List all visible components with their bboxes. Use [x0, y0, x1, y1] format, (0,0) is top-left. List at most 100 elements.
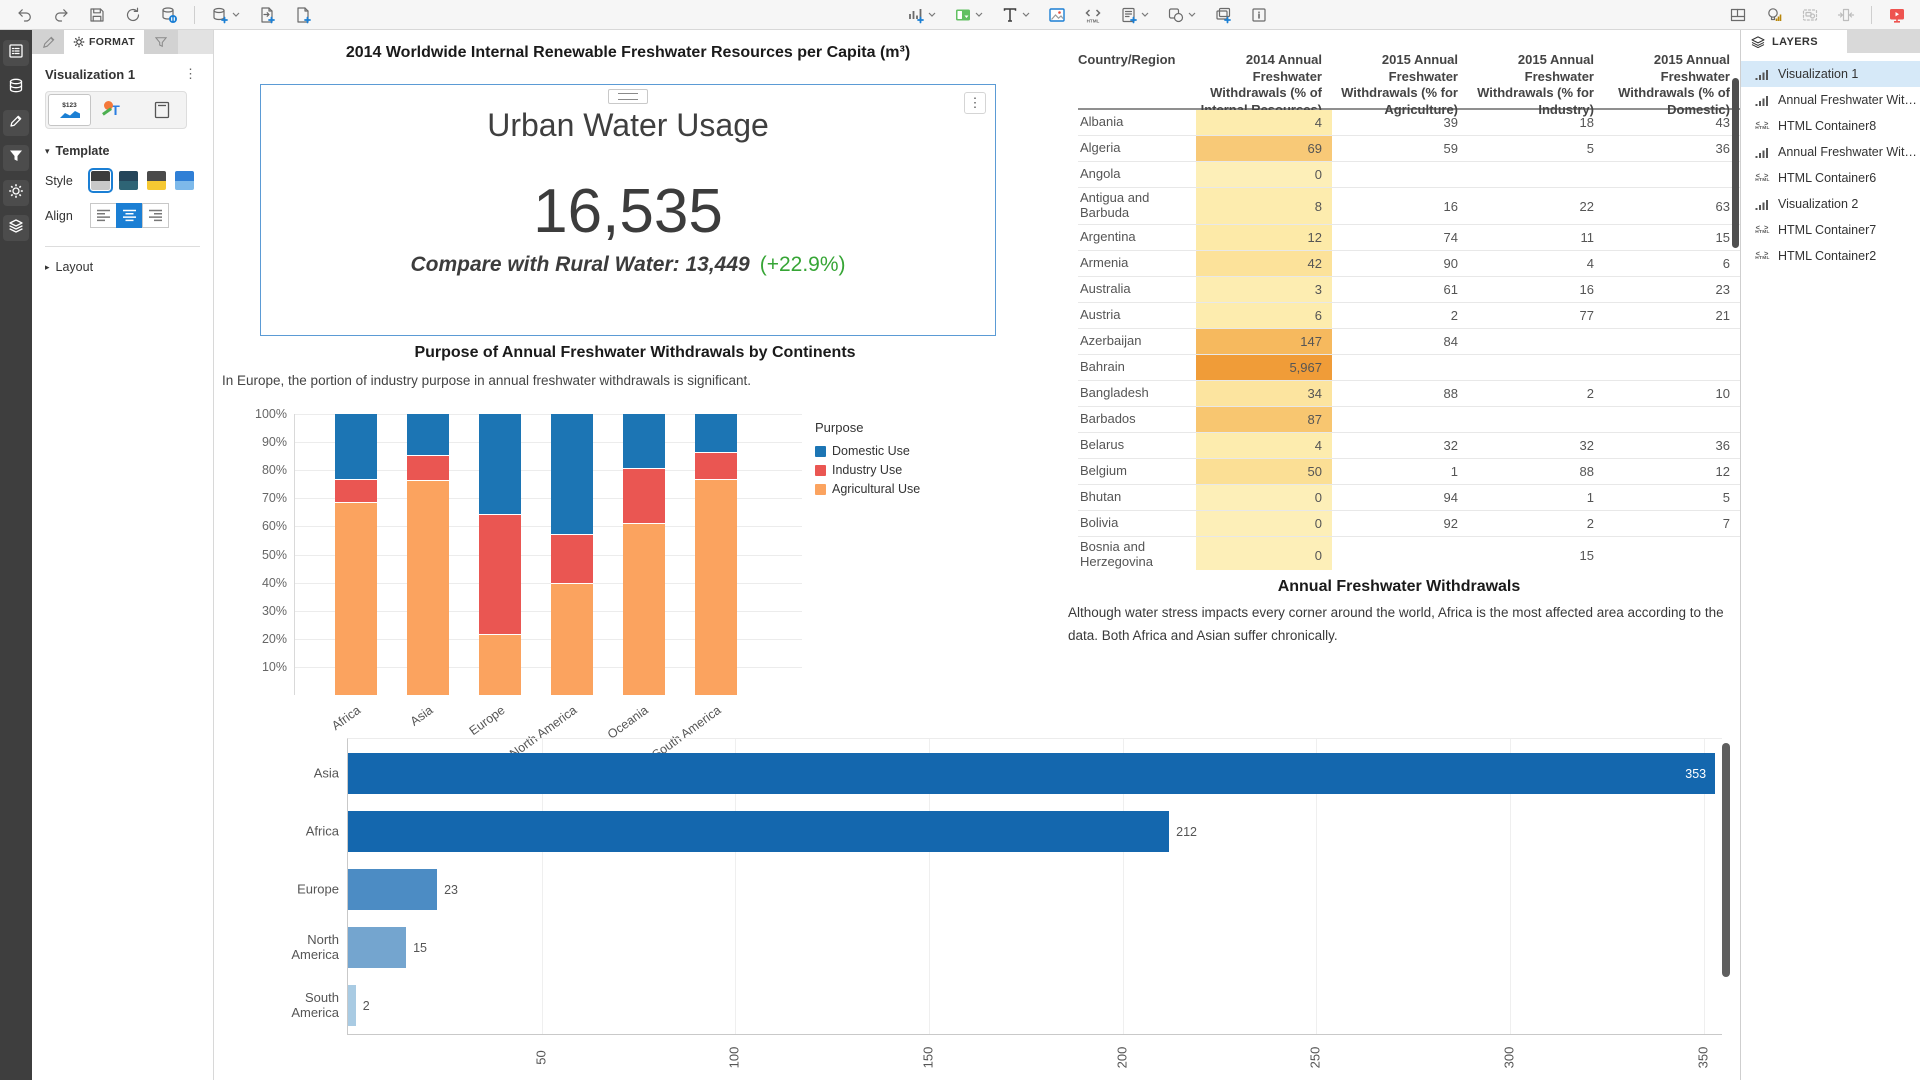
stacked-bar-chart-widget[interactable]: Purpose of Annual Freshwater Withdrawals…	[222, 344, 1048, 774]
tile-style-button[interactable]	[140, 94, 183, 126]
add-page-button[interactable]	[292, 3, 314, 27]
data-table-widget[interactable]: Country/Region2014 Annual Freshwater Wit…	[1078, 47, 1740, 570]
text-style-button[interactable]: T	[94, 94, 137, 126]
hbar-bar-north-america[interactable]	[348, 927, 406, 968]
present-button[interactable]	[1886, 3, 1908, 27]
save-button[interactable]	[86, 3, 108, 27]
table-row[interactable]: Austria627721	[1078, 303, 1740, 329]
style-swatch-1[interactable]	[91, 171, 110, 190]
legend-item[interactable]: Agricultural Use	[815, 482, 920, 496]
rail-settings-button[interactable]	[3, 180, 29, 206]
drag-handle[interactable]	[608, 89, 648, 104]
table-row[interactable]: Argentina12741115	[1078, 225, 1740, 251]
add-data-button[interactable]	[209, 3, 242, 27]
import-page-button[interactable]	[256, 3, 278, 27]
bar-segment-industry-use[interactable]	[695, 453, 737, 480]
kpi-tile[interactable]: ⋮ Urban Water Usage 16,535 Compare with …	[260, 84, 996, 336]
table-row[interactable]: Bhutan09415	[1078, 485, 1740, 511]
legend-item[interactable]: Industry Use	[815, 463, 920, 477]
legend-item[interactable]: Domestic Use	[815, 444, 920, 458]
table-row[interactable]: Australia3611623	[1078, 277, 1740, 303]
layers-item-html-container6[interactable]: < >HTMLHTML Container6	[1741, 165, 1920, 191]
align-right-button[interactable]	[142, 203, 169, 228]
rail-edit-button[interactable]	[3, 110, 29, 136]
insights-button[interactable]	[1763, 3, 1785, 27]
hbar-bar-europe[interactable]	[348, 869, 437, 910]
table-row[interactable]: Bolivia09227	[1078, 511, 1740, 537]
add-image-button[interactable]	[1046, 3, 1068, 27]
bar-segment-industry-use[interactable]	[623, 469, 665, 524]
table-column-header[interactable]: 2015 Annual Freshwater Withdrawals (% fo…	[1332, 52, 1468, 119]
rail-layers-button[interactable]	[3, 215, 29, 241]
bar-segment-agricultural-use[interactable]	[623, 524, 665, 695]
redo-button[interactable]	[50, 3, 72, 27]
add-shape-button[interactable]	[1165, 3, 1198, 27]
bar-segment-industry-use[interactable]	[551, 535, 593, 584]
styling-tab[interactable]	[32, 30, 64, 54]
story-canvas[interactable]: 2014 Worldwide Internal Renewable Freshw…	[215, 30, 1740, 1080]
table-row[interactable]: Belgium5018812	[1078, 459, 1740, 485]
table-column-header[interactable]: 2014 Annual Freshwater Withdrawals (% of…	[1196, 52, 1332, 119]
layers-item-html-container2[interactable]: < >HTMLHTML Container2	[1741, 243, 1920, 269]
layout-section-header[interactable]: ▸ Layout	[45, 260, 200, 274]
template-section-header[interactable]: ▾ Template	[45, 144, 200, 158]
add-form-button[interactable]	[1118, 3, 1151, 27]
layers-item-annual-freshwater-wit[interactable]: Annual Freshwater Wit…	[1741, 87, 1920, 113]
table-row[interactable]: Algeria6959536	[1078, 136, 1740, 162]
rail-data-button[interactable]	[3, 75, 29, 101]
align-left-button[interactable]	[90, 203, 117, 228]
numeric-point-style-button[interactable]: $123	[48, 94, 91, 126]
info-panel-button[interactable]	[1248, 3, 1270, 27]
bar-segment-domestic-use[interactable]	[335, 414, 377, 480]
add-composite-button[interactable]	[1212, 3, 1234, 27]
style-swatch-3[interactable]	[147, 171, 166, 190]
filter-tab[interactable]	[144, 30, 178, 54]
table-row[interactable]: Antigua and Barbuda8162263	[1078, 188, 1740, 225]
table-column-header[interactable]: 2015 Annual Freshwater Withdrawals (% fo…	[1468, 52, 1604, 119]
bar-segment-domestic-use[interactable]	[407, 414, 449, 456]
style-swatch-4[interactable]	[175, 171, 194, 190]
table-column-header[interactable]: Country/Region	[1078, 52, 1196, 69]
bar-segment-domestic-use[interactable]	[695, 414, 737, 453]
style-swatch-2[interactable]	[119, 171, 138, 190]
bar-segment-industry-use[interactable]	[479, 515, 521, 634]
table-row[interactable]: Angola0	[1078, 162, 1740, 188]
rail-outline-button[interactable]	[3, 40, 29, 66]
table-row[interactable]: Belarus4323236	[1078, 433, 1740, 459]
bar-segment-industry-use[interactable]	[407, 456, 449, 481]
bar-segment-agricultural-use[interactable]	[695, 480, 737, 695]
rail-filter-button[interactable]	[3, 145, 29, 171]
bar-segment-domestic-use[interactable]	[479, 414, 521, 515]
bar-segment-agricultural-use[interactable]	[407, 481, 449, 695]
bar-segment-agricultural-use[interactable]	[335, 503, 377, 695]
layers-item-visualization-2[interactable]: Visualization 2	[1741, 191, 1920, 217]
hbar-bar-south-america[interactable]	[348, 985, 356, 1026]
add-table-button[interactable]	[952, 3, 985, 27]
add-text-button[interactable]	[999, 3, 1032, 27]
layers-item-html-container7[interactable]: < >HTMLHTML Container7	[1741, 217, 1920, 243]
layers-tab[interactable]: LAYERS	[1741, 30, 1847, 53]
align-center-button[interactable]	[116, 203, 143, 228]
format-tab[interactable]: FORMAT	[64, 30, 144, 54]
refresh-button[interactable]	[122, 3, 144, 27]
table-row[interactable]: Armenia429046	[1078, 251, 1740, 277]
bar-segment-domestic-use[interactable]	[623, 414, 665, 469]
bar-segment-industry-use[interactable]	[335, 480, 377, 502]
add-html-button[interactable]: HTML	[1082, 3, 1104, 27]
bar-segment-domestic-use[interactable]	[551, 414, 593, 535]
layers-item-visualization-1[interactable]: Visualization 1	[1741, 61, 1920, 87]
table-row[interactable]: Bangladesh3488210	[1078, 381, 1740, 407]
table-row[interactable]: Bahrain5,967	[1078, 355, 1740, 381]
canvas-scrollbar-thumb[interactable]	[1722, 743, 1730, 977]
table-row[interactable]: Barbados87	[1078, 407, 1740, 433]
hbar-bar-asia[interactable]	[348, 753, 1715, 794]
undo-button[interactable]	[14, 3, 36, 27]
object-menu-button[interactable]: ⋮	[181, 66, 200, 82]
table-column-header[interactable]: 2015 Annual Freshwater Withdrawals (% of…	[1604, 52, 1740, 119]
bar-segment-agricultural-use[interactable]	[479, 635, 521, 695]
bar-segment-agricultural-use[interactable]	[551, 584, 593, 695]
table-row[interactable]: Bosnia and Herzegovina015	[1078, 537, 1740, 570]
hbar-bar-africa[interactable]	[348, 811, 1169, 852]
layout-button[interactable]	[1727, 3, 1749, 27]
layers-item-html-container8[interactable]: < >HTMLHTML Container8	[1741, 113, 1920, 139]
